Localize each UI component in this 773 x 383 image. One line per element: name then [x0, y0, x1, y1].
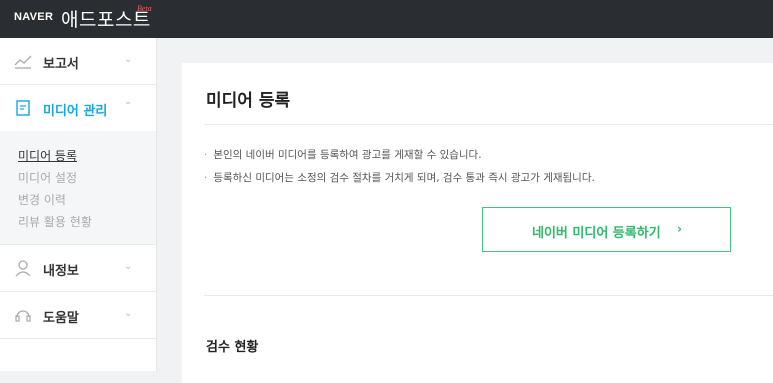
sidebar: 보고서 ⌄ 미디어 관리 ⌃ 미디어 등록 미디어 설정 변경 이력 리뷰 활용…	[0, 38, 157, 371]
media-submenu: 미디어 등록 미디어 설정 변경 이력 리뷰 활용 현황	[0, 131, 156, 245]
beta-badge: Beta	[137, 4, 152, 13]
page-title: 미디어 등록	[206, 91, 291, 111]
submenu-media-settings[interactable]: 미디어 설정	[18, 169, 77, 186]
divider	[204, 124, 773, 125]
sidebar-item-label: 도움말	[43, 311, 79, 326]
submenu-media-register[interactable]: 미디어 등록	[18, 147, 77, 164]
chevron-down-icon: ⌄	[124, 261, 133, 272]
naver-logo[interactable]: NAVER	[14, 11, 53, 23]
divider	[204, 295, 773, 296]
chevron-right-icon: ›	[677, 222, 682, 236]
main-content: 미디어 등록 · 본인의 네이버 미디어를 등록하여 광고를 게재할 수 있습니다…	[182, 63, 773, 383]
user-icon	[14, 259, 32, 277]
info-bullet: · 등록하신 미디어는 소정의 검수 절차를 거치게 되며, 검수 통과 즉시 광…	[204, 172, 595, 184]
sidebar-item-my-info[interactable]: 내정보 ⌄	[0, 245, 156, 292]
sidebar-item-label: 보고서	[43, 57, 79, 72]
chevron-down-icon: ⌄	[124, 54, 133, 65]
sidebar-item-label: 내정보	[43, 264, 79, 279]
register-media-label: 네이버 미디어 등록하기	[532, 226, 661, 241]
headset-icon	[14, 306, 32, 324]
section-title: 검수 현황	[206, 340, 259, 355]
submenu-change-history[interactable]: 변경 이력	[18, 191, 66, 208]
chart-line-icon	[14, 52, 32, 70]
submenu-review-status[interactable]: 리뷰 활용 현황	[18, 213, 92, 230]
chevron-up-icon: ⌃	[124, 101, 133, 112]
document-icon	[14, 99, 32, 117]
sidebar-item-media-management[interactable]: 미디어 관리 ⌃	[0, 85, 156, 132]
info-bullet: · 본인의 네이버 미디어를 등록하여 광고를 게재할 수 있습니다.	[204, 149, 482, 161]
register-media-button[interactable]: 네이버 미디어 등록하기 ›	[482, 207, 731, 252]
sidebar-item-label: 미디어 관리	[43, 104, 108, 119]
chevron-down-icon: ⌄	[124, 308, 133, 319]
top-bar: NAVER 애드포스트 Beta	[0, 0, 773, 38]
sidebar-item-report[interactable]: 보고서 ⌄	[0, 38, 156, 85]
sidebar-item-help[interactable]: 도움말 ⌄	[0, 292, 156, 339]
